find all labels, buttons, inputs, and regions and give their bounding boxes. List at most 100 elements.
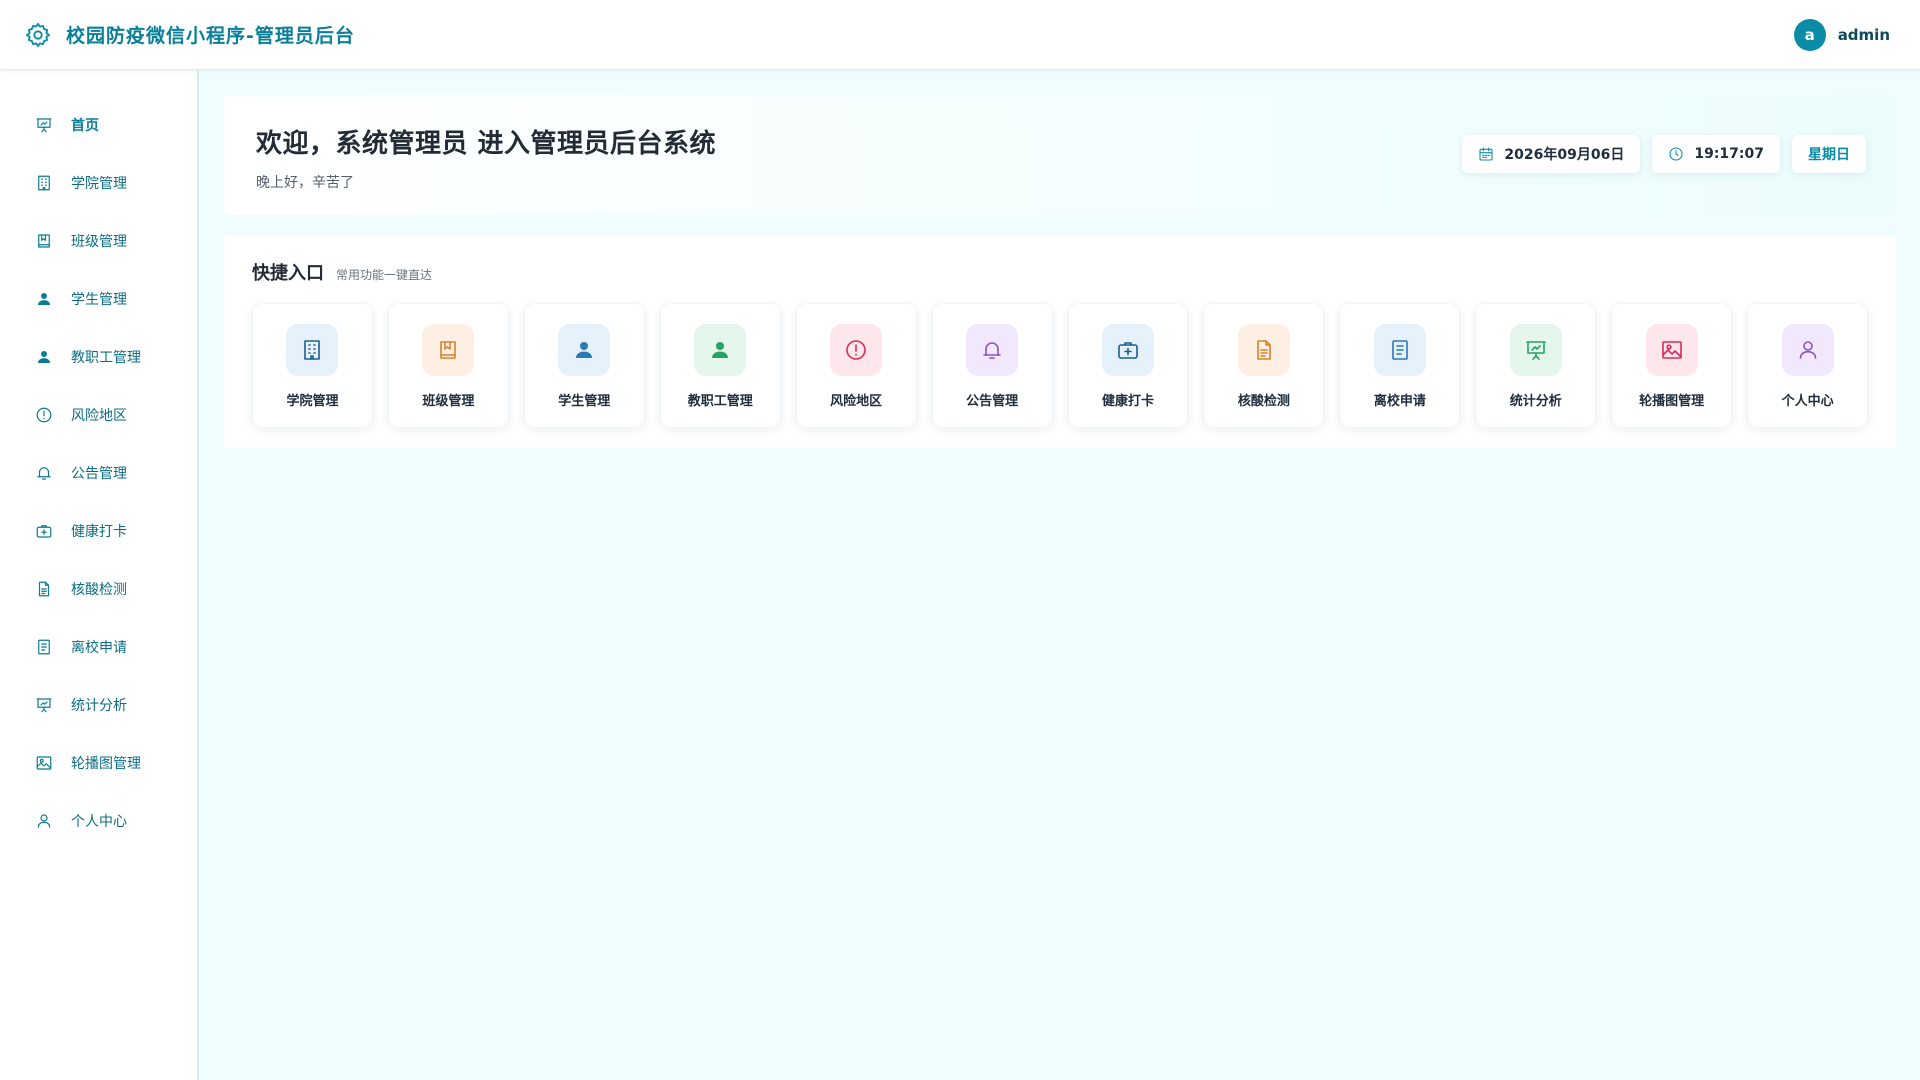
quick-card-icon-box xyxy=(1645,324,1698,376)
quick-card-8[interactable]: 离校申请 xyxy=(1339,303,1461,428)
quick-card-2[interactable]: 学生管理 xyxy=(523,303,645,428)
gear-icon xyxy=(24,21,52,49)
sidebar-item-1[interactable]: 学院管理 xyxy=(0,154,197,212)
quick-card-label: 学生管理 xyxy=(558,394,611,409)
top-header: 校园防疫微信小程序-管理员后台 a admin xyxy=(0,0,1920,70)
quick-card-icon-box xyxy=(286,324,339,376)
user-filled-icon xyxy=(35,348,53,366)
bookmark-book-icon xyxy=(436,338,460,362)
bookmark-book-icon xyxy=(35,232,53,250)
time-text: 19:17:07 xyxy=(1694,146,1764,162)
building-icon xyxy=(300,338,324,362)
time-chip: 19:17:07 xyxy=(1652,135,1780,173)
quick-access-header: 快捷入口 常用功能一键直达 xyxy=(252,259,1868,285)
quick-card-5[interactable]: 公告管理 xyxy=(931,303,1053,428)
quick-card-6[interactable]: 健康打卡 xyxy=(1067,303,1189,428)
sidebar-item-12[interactable]: 个人中心 xyxy=(0,792,197,850)
calendar-icon xyxy=(1478,146,1494,162)
sidebar-item-4[interactable]: 教职工管理 xyxy=(0,328,197,386)
weekday-chip: 星期日 xyxy=(1792,135,1866,173)
app-title: 校园防疫微信小程序-管理员后台 xyxy=(66,25,355,47)
sidebar-item-label: 轮播图管理 xyxy=(71,756,141,772)
presentation-chart-icon xyxy=(35,696,53,714)
sidebar-item-3[interactable]: 学生管理 xyxy=(0,270,197,328)
quick-card-icon-box xyxy=(1781,324,1834,376)
date-chip: 2026年09月06日 xyxy=(1462,135,1641,173)
quick-card-label: 学院管理 xyxy=(286,394,339,409)
avatar[interactable]: a xyxy=(1793,18,1826,51)
notepad-icon xyxy=(35,638,53,656)
quick-card-icon-box xyxy=(1237,324,1290,376)
quick-card-7[interactable]: 核酸检测 xyxy=(1203,303,1325,428)
sidebar-item-label: 教职工管理 xyxy=(71,350,141,366)
user-filled-icon xyxy=(572,338,596,362)
weekday-text: 星期日 xyxy=(1808,147,1850,163)
sidebar-item-11[interactable]: 轮播图管理 xyxy=(0,734,197,792)
main-content: 欢迎，系统管理员 进入管理员后台系统 晚上好，辛苦了 2026年09月06日 1… xyxy=(201,70,1920,1080)
sidebar-item-2[interactable]: 班级管理 xyxy=(0,212,197,270)
medical-kit-icon xyxy=(35,522,53,540)
document-icon xyxy=(35,580,53,598)
quick-access-title: 快捷入口 xyxy=(252,263,324,284)
quick-card-10[interactable]: 轮播图管理 xyxy=(1611,303,1733,428)
quick-card-4[interactable]: 风险地区 xyxy=(795,303,917,428)
sidebar-item-label: 统计分析 xyxy=(71,698,127,714)
alert-circle-icon xyxy=(35,406,53,424)
sidebar-item-label: 学院管理 xyxy=(71,176,127,192)
welcome-subtitle: 晚上好，辛苦了 xyxy=(256,175,354,191)
quick-access-hint: 常用功能一键直达 xyxy=(336,268,433,282)
quick-card-11[interactable]: 个人中心 xyxy=(1747,303,1869,428)
presentation-chart-icon xyxy=(1524,338,1548,362)
image-icon xyxy=(1660,338,1684,362)
sidebar-item-8[interactable]: 核酸检测 xyxy=(0,560,197,618)
sidebar-item-label: 个人中心 xyxy=(71,814,127,830)
bell-icon xyxy=(35,464,53,482)
sidebar-item-5[interactable]: 风险地区 xyxy=(0,386,197,444)
datetime-chips: 2026年09月06日 19:17:07 星期日 xyxy=(1462,135,1866,173)
quick-card-label: 公告管理 xyxy=(966,394,1019,409)
quick-card-label: 班级管理 xyxy=(422,394,475,409)
sidebar-item-7[interactable]: 健康打卡 xyxy=(0,502,197,560)
quick-card-icon-box xyxy=(558,324,611,376)
sidebar-item-label: 风险地区 xyxy=(71,408,127,424)
quick-card-label: 离校申请 xyxy=(1373,394,1426,409)
sidebar-item-6[interactable]: 公告管理 xyxy=(0,444,197,502)
quick-card-icon-box xyxy=(1509,324,1562,376)
quick-card-label: 健康打卡 xyxy=(1101,394,1154,409)
user-filled-icon xyxy=(35,290,53,308)
sidebar-item-label: 公告管理 xyxy=(71,466,127,482)
notepad-icon xyxy=(1388,338,1412,362)
sidebar-item-9[interactable]: 离校申请 xyxy=(0,618,197,676)
building-icon xyxy=(35,174,53,192)
quick-card-label: 风险地区 xyxy=(830,394,883,409)
quick-card-1[interactable]: 班级管理 xyxy=(387,303,509,428)
sidebar-item-label: 学生管理 xyxy=(71,292,127,308)
alert-circle-icon xyxy=(844,338,868,362)
document-icon xyxy=(1252,338,1276,362)
quick-card-3[interactable]: 教职工管理 xyxy=(659,303,781,428)
username[interactable]: admin xyxy=(1838,26,1890,44)
quick-card-label: 教职工管理 xyxy=(687,394,753,409)
quick-card-label: 个人中心 xyxy=(1781,394,1834,409)
user-outline-icon xyxy=(1796,338,1820,362)
quick-card-label: 核酸检测 xyxy=(1237,394,1290,409)
sidebar-item-label: 核酸检测 xyxy=(71,582,127,598)
welcome-banner: 欢迎，系统管理员 进入管理员后台系统 晚上好，辛苦了 2026年09月06日 1… xyxy=(224,95,1896,215)
sidebar: 首页学院管理班级管理学生管理教职工管理风险地区公告管理健康打卡核酸检测离校申请统… xyxy=(0,70,199,1080)
quick-card-icon-box xyxy=(1101,324,1154,376)
sidebar-item-10[interactable]: 统计分析 xyxy=(0,676,197,734)
sidebar-item-0[interactable]: 首页 xyxy=(0,96,197,154)
brand: 校园防疫微信小程序-管理员后台 xyxy=(24,21,355,49)
presentation-chart-icon xyxy=(35,116,53,134)
sidebar-item-label: 首页 xyxy=(71,118,99,134)
sidebar-item-label: 离校申请 xyxy=(71,640,127,656)
bell-icon xyxy=(980,338,1004,362)
quick-card-icon-box xyxy=(694,324,747,376)
user-menu[interactable]: a admin xyxy=(1793,18,1890,51)
quick-card-9[interactable]: 统计分析 xyxy=(1475,303,1597,428)
medical-kit-icon xyxy=(1116,338,1140,362)
quick-card-0[interactable]: 学院管理 xyxy=(252,303,373,428)
quick-card-icon-box xyxy=(422,324,475,376)
sidebar-item-label: 健康打卡 xyxy=(71,524,127,540)
quick-card-label: 轮播图管理 xyxy=(1639,394,1705,409)
